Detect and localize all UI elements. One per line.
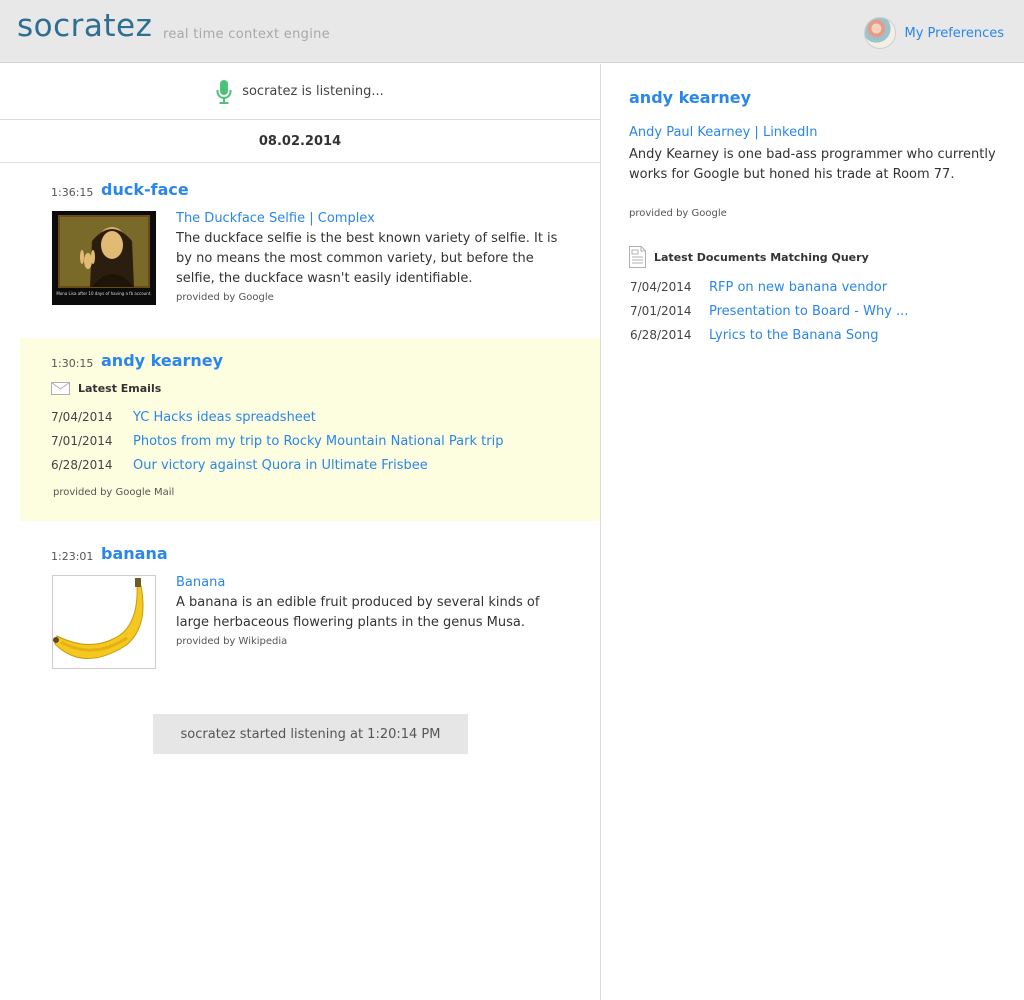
entry-time: 1:30:15 [51,357,94,370]
feed-entry-duck-face: 1:36:15 duck-face Mona Lisa after 10 day… [20,176,600,326]
detail-provider: provided by Google [629,208,727,219]
document-title[interactable]: Presentation to Board - Why ... [709,304,908,319]
document-row[interactable]: 7/04/2014 RFP on new banana vendor [630,280,887,295]
email-subject[interactable]: Photos from my trip to Rocky Mountain Na… [133,434,503,449]
detail-linkedin-link[interactable]: Andy Paul Kearney | LinkedIn [629,125,817,140]
emails-section-label: Latest Emails [51,382,161,395]
duckface-thumbnail[interactable]: Mona Lisa after 10 days of having a fb a… [52,211,156,305]
listening-text: socratez is listening... [242,84,384,99]
entry-term[interactable]: duck-face [101,180,189,199]
result-provider: provided by Wikipedia [176,636,288,647]
app-logo[interactable]: socratez [17,8,152,44]
email-row[interactable]: 7/04/2014 YC Hacks ideas spreadsheet [51,410,316,425]
banana-thumbnail[interactable] [52,575,156,669]
result-title[interactable]: Banana [176,573,576,593]
thumbnail-caption: Mona Lisa after 10 days of having a fb a… [56,291,152,296]
live-feed-panel: socratez is listening... 08.02.2014 1:36… [0,64,601,1000]
detail-panel: andy kearney Andy Paul Kearney | LinkedI… [602,64,1024,1000]
avatar[interactable] [863,17,896,49]
email-date: 6/28/2014 [51,458,113,472]
entry-time: 1:23:01 [51,550,94,563]
result-description: A banana is an edible fruit produced by … [176,595,540,630]
document-date: 7/04/2014 [630,280,692,294]
started-listening-notice: socratez started listening at 1:20:14 PM [153,714,468,754]
entry-time: 1:36:15 [51,186,94,199]
documents-section-label: Latest Documents Matching Query [629,246,869,268]
feed-entry-andy-kearney[interactable]: 1:30:15 andy kearney Latest Emails 7/04/… [20,338,600,521]
document-date: 7/01/2014 [630,304,692,318]
emails-label-text: Latest Emails [78,382,162,395]
app-header: socratez real time context engine My Pre… [0,0,1024,63]
result-title[interactable]: The Duckface Selfie | Complex [176,209,576,229]
email-date: 7/04/2014 [51,410,113,424]
entry-term[interactable]: andy kearney [101,351,223,370]
listening-status-bar: socratez is listening... [0,64,600,120]
detail-description: Andy Kearney is one bad-ass programmer w… [629,147,996,182]
document-date: 6/28/2014 [630,328,692,342]
email-subject[interactable]: Our victory against Quora in Ultimate Fr… [133,458,428,473]
document-title[interactable]: RFP on new banana vendor [709,280,887,295]
app-tagline: real time context engine [163,27,330,42]
document-row[interactable]: 7/01/2014 Presentation to Board - Why ..… [630,304,908,319]
email-row[interactable]: 7/01/2014 Photos from my trip to Rocky M… [51,434,503,449]
feed-date: 08.02.2014 [0,120,600,163]
feed-entry-banana: 1:23:01 banana Banana A banana is an edi… [20,540,600,680]
email-subject[interactable]: YC Hacks ideas spreadsheet [133,410,316,425]
result-description: The duckface selfie is the best known va… [176,231,558,286]
detail-title: andy kearney [629,88,752,107]
preferences-label[interactable]: My Preferences [905,26,1005,41]
preferences-link[interactable]: My Preferences [863,17,1005,49]
entry-term[interactable]: banana [101,544,168,563]
microphone-icon[interactable] [216,79,232,105]
document-icon [629,246,646,268]
banana-result: Banana A banana is an edible fruit produ… [176,573,576,647]
documents-label-text: Latest Documents Matching Query [654,250,869,264]
email-date: 7/01/2014 [51,434,113,448]
duckface-result: The Duckface Selfie | Complex The duckfa… [176,209,576,303]
banana-image [53,578,144,659]
result-provider: provided by Google [176,292,274,303]
emails-provider: provided by Google Mail [53,487,175,498]
document-row[interactable]: 6/28/2014 Lyrics to the Banana Song [630,328,879,343]
document-title[interactable]: Lyrics to the Banana Song [709,328,879,343]
envelope-icon [51,382,70,395]
email-row[interactable]: 6/28/2014 Our victory against Quora in U… [51,458,428,473]
